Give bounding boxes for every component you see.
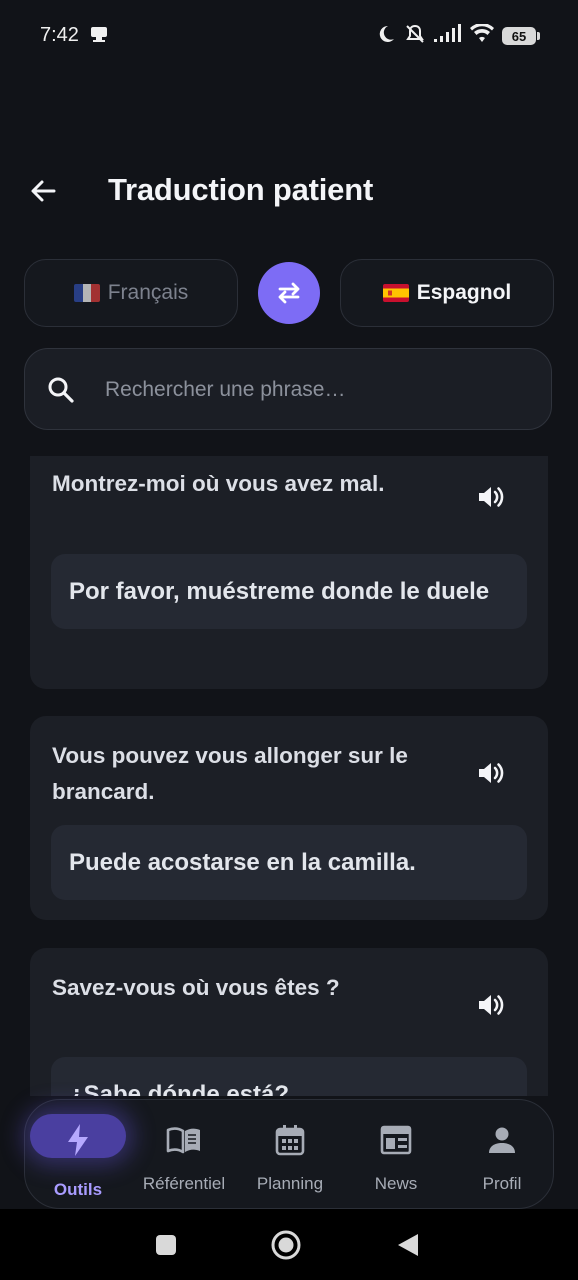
spain-flag-icon bbox=[382, 284, 409, 302]
nav-item-planning[interactable]: Planning bbox=[237, 1100, 343, 1208]
bottom-navigation: Outils Référentiel Planning News Profil bbox=[24, 1099, 554, 1209]
source-language-button[interactable]: Français bbox=[24, 259, 238, 327]
language-selector: Français Espagnol bbox=[24, 259, 554, 329]
target-language-button[interactable]: Espagnol bbox=[340, 259, 554, 327]
nav-item-news[interactable]: News bbox=[343, 1100, 449, 1208]
home-button[interactable] bbox=[270, 1229, 302, 1261]
swap-languages-button[interactable] bbox=[258, 262, 320, 324]
nav-label: Profil bbox=[482, 1174, 522, 1193]
moon-icon bbox=[376, 24, 396, 49]
play-audio-button[interactable] bbox=[474, 756, 508, 790]
page-title: Traduction patient bbox=[108, 172, 374, 207]
phrase-spanish: Puede acostarse en la camilla. bbox=[51, 825, 527, 900]
phrase-french: Savez-vous où vous êtes ? bbox=[52, 975, 340, 1000]
nav-label: Outils bbox=[53, 1180, 103, 1199]
play-audio-button[interactable] bbox=[474, 480, 508, 514]
nav-label: Planning bbox=[256, 1174, 324, 1193]
signal-icon bbox=[434, 23, 462, 49]
speaker-icon bbox=[479, 763, 504, 783]
speaker-icon bbox=[479, 487, 504, 507]
status-time: 7:42 bbox=[40, 24, 79, 46]
status-bar: 7:42 65 bbox=[0, 0, 578, 72]
recents-button[interactable] bbox=[150, 1229, 182, 1261]
mute-icon bbox=[404, 23, 426, 50]
france-flag-icon bbox=[73, 284, 100, 302]
nav-label: News bbox=[374, 1174, 418, 1193]
phrase-spanish: Por favor, muéstreme donde le duele bbox=[51, 554, 527, 629]
person-icon bbox=[484, 1122, 520, 1158]
triangle-back-icon bbox=[398, 1234, 418, 1256]
phrase-list[interactable]: Montrez-moi où vous avez mal. Por favor,… bbox=[0, 456, 578, 1096]
search-icon bbox=[47, 376, 75, 404]
back-system-button[interactable] bbox=[392, 1229, 424, 1261]
nav-item-profil[interactable]: Profil bbox=[449, 1100, 555, 1208]
square-icon bbox=[156, 1235, 176, 1255]
back-button[interactable] bbox=[24, 172, 62, 210]
search-input[interactable] bbox=[103, 369, 527, 411]
phrase-french: Montrez-moi où vous avez mal. bbox=[52, 471, 385, 496]
swap-icon bbox=[278, 282, 300, 304]
app-bar: Traduction patient bbox=[0, 160, 578, 222]
phrase-card[interactable]: Savez-vous où vous êtes ? ¿Sabe dónde es… bbox=[30, 948, 548, 1096]
newspaper-icon bbox=[378, 1122, 414, 1158]
book-icon bbox=[166, 1122, 202, 1158]
target-language-label: Espagnol bbox=[416, 281, 512, 304]
notification-icon bbox=[90, 26, 108, 42]
nav-item-referentiel[interactable]: Référentiel bbox=[131, 1100, 237, 1208]
speaker-icon bbox=[479, 995, 504, 1015]
battery-icon: 65 bbox=[502, 27, 540, 45]
calendar-icon bbox=[272, 1122, 308, 1158]
phrase-card[interactable]: Montrez-moi où vous avez mal. Por favor,… bbox=[30, 456, 548, 689]
arrow-left-icon bbox=[31, 180, 56, 202]
phrase-spanish: ¿Sabe dónde está? bbox=[51, 1057, 527, 1096]
circle-icon bbox=[271, 1230, 301, 1260]
system-navigation-bar bbox=[0, 1209, 578, 1280]
status-icons: 65 bbox=[376, 22, 540, 50]
bolt-icon bbox=[60, 1122, 96, 1158]
phrase-card[interactable]: Vous pouvez vous allonger sur le brancar… bbox=[30, 716, 548, 920]
phrase-search bbox=[24, 348, 552, 430]
play-audio-button[interactable] bbox=[474, 988, 508, 1022]
wifi-icon bbox=[470, 22, 494, 49]
nav-item-outils[interactable]: Outils bbox=[25, 1100, 131, 1208]
phrase-french: Vous pouvez vous allonger sur le brancar… bbox=[52, 743, 408, 804]
nav-label: Référentiel bbox=[142, 1174, 226, 1193]
source-language-label: Français bbox=[107, 281, 189, 304]
